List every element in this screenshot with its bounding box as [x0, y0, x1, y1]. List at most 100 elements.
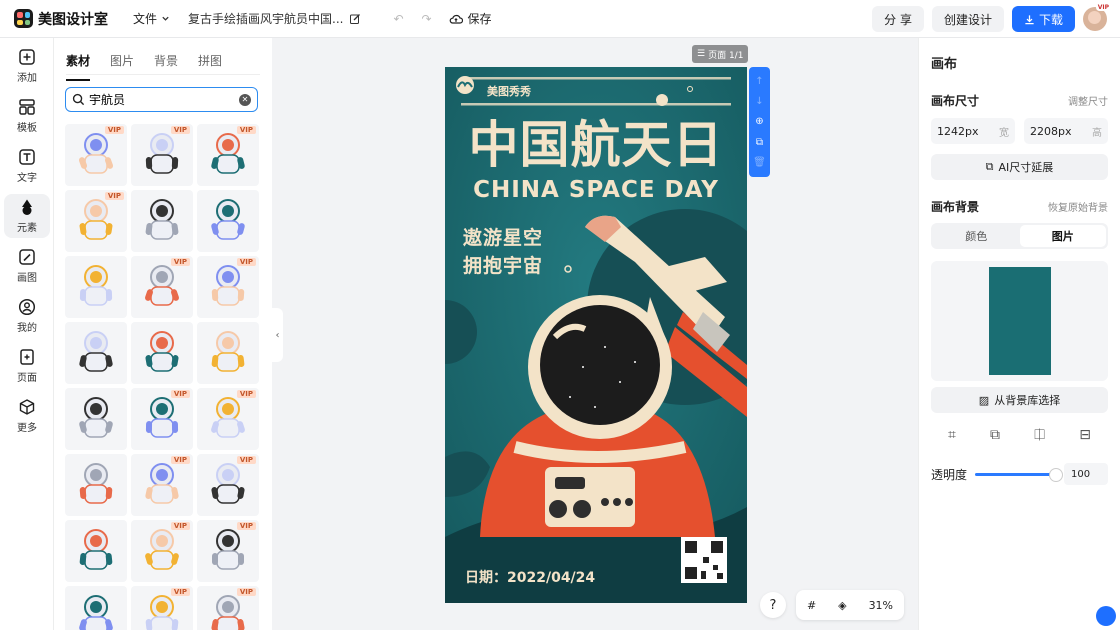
rail-label-more: 更多	[17, 423, 37, 434]
add-page-icon[interactable]: ⊕	[755, 116, 763, 127]
ai-extend-button[interactable]: ⧉ AI尺寸延展	[931, 154, 1108, 180]
edit-icon[interactable]	[349, 13, 361, 25]
flip-horizontal-icon[interactable]: ⎅	[1034, 427, 1045, 443]
help-button[interactable]: ?	[760, 592, 786, 618]
rail-item-draw[interactable]: 画图	[4, 244, 50, 288]
astronaut-icon	[145, 133, 179, 174]
material-item[interactable]: VIP	[197, 388, 259, 450]
file-menu[interactable]: 文件	[133, 10, 170, 27]
opacity-slider[interactable]	[974, 467, 1063, 482]
material-item[interactable]: VIP	[131, 586, 193, 630]
create-design-button[interactable]: 创建设计	[931, 6, 1004, 32]
material-item[interactable]: VIP	[197, 520, 259, 582]
material-item[interactable]	[65, 520, 127, 582]
search-box[interactable]: ✕	[65, 87, 258, 112]
material-item[interactable]	[65, 586, 127, 630]
material-item[interactable]	[197, 190, 259, 252]
flip-vertical-icon[interactable]: ⊟	[1079, 427, 1091, 443]
tab-collage[interactable]: 拼图	[198, 52, 222, 74]
move-down-icon[interactable]: ↓	[755, 96, 763, 107]
tab-materials[interactable]: 素材	[66, 52, 91, 81]
search-icon	[72, 93, 85, 106]
rail-item-page[interactable]: 页面	[4, 344, 50, 388]
panel-title: 画布	[931, 57, 958, 72]
seg-image[interactable]: 图片	[1019, 225, 1106, 247]
restore-bg-link[interactable]: 恢复原始背景	[1048, 199, 1108, 214]
material-item[interactable]	[65, 322, 127, 384]
seg-color[interactable]: 颜色	[933, 225, 1020, 247]
replace-icon[interactable]: ⧉	[990, 427, 1000, 443]
top-bar: 美图设计室 文件 复古手绘插画风宇航员中国... ↶ ↷ 保存 分 享 创建设计…	[0, 0, 1120, 38]
share-button[interactable]: 分 享	[872, 6, 924, 32]
width-field[interactable]: 1242px 宽	[931, 118, 1015, 144]
astronaut-icon	[212, 529, 244, 570]
canvas-size-label: 画布尺寸	[931, 94, 980, 108]
rail-item-more[interactable]: 更多	[4, 394, 50, 438]
tab-images[interactable]: 图片	[110, 52, 134, 74]
bg-preview[interactable]	[931, 261, 1108, 381]
resize-link[interactable]: 调整尺寸	[1068, 93, 1108, 108]
material-item[interactable]	[131, 322, 193, 384]
app-logo[interactable]: 美图设计室	[14, 9, 108, 29]
vip-badge: VIP	[170, 390, 190, 398]
rail-item-mine[interactable]: 我的	[4, 294, 50, 338]
rail-item-text[interactable]: 文字	[4, 144, 50, 188]
grid-icon[interactable]: #	[807, 599, 816, 612]
material-item[interactable]: VIP	[131, 124, 193, 186]
material-item[interactable]: VIP	[131, 520, 193, 582]
document-title[interactable]: 复古手绘插画风宇航员中国...	[188, 10, 361, 27]
material-item[interactable]: VIP	[131, 256, 193, 318]
material-item[interactable]: VIP	[197, 586, 259, 630]
material-item[interactable]	[197, 322, 259, 384]
zoom-level[interactable]: 31%	[869, 599, 893, 612]
assistant-icon[interactable]	[1096, 606, 1116, 626]
height-unit: 高	[1092, 127, 1102, 139]
page-indicator[interactable]: ☰ 页面 1/1	[692, 45, 749, 63]
material-item[interactable]	[65, 454, 127, 516]
background-row: 画布背景 恢复原始背景	[931, 198, 1108, 215]
material-item[interactable]: VIP	[131, 388, 193, 450]
search-input[interactable]	[89, 92, 235, 107]
rail-label-elements: 元素	[17, 223, 37, 234]
material-item[interactable]: VIP	[65, 124, 127, 186]
vip-badge: VIP	[170, 126, 190, 134]
material-item[interactable]: VIP	[65, 190, 127, 252]
material-item[interactable]: VIP	[131, 454, 193, 516]
move-up-icon[interactable]: ↑	[755, 76, 763, 87]
material-item[interactable]	[65, 388, 127, 450]
crop-icon[interactable]: ⌗	[948, 427, 956, 443]
vip-badge: VIP	[236, 588, 256, 596]
clear-search-icon[interactable]: ✕	[239, 93, 251, 106]
material-item[interactable]	[65, 256, 127, 318]
download-button[interactable]: 下载	[1011, 6, 1075, 32]
save-button[interactable]: 保存	[449, 10, 491, 27]
material-item[interactable]: VIP	[197, 256, 259, 318]
height-field[interactable]: 2208px 高	[1024, 118, 1108, 144]
poster-canvas[interactable]: 美图秀秀 中国航天日 CHINA SPACE DAY 遨游星空 拥抱宇宙 日期：…	[445, 67, 747, 603]
tab-divider	[66, 74, 260, 75]
redo-icon[interactable]: ↷	[415, 8, 437, 30]
collapse-panel-button[interactable]: ‹	[272, 308, 283, 362]
astronaut-icon	[211, 397, 245, 438]
layers-icon[interactable]: ◈	[838, 599, 846, 612]
vip-badge: VIP	[170, 588, 190, 596]
astronaut-icon	[211, 595, 245, 630]
copy-page-icon[interactable]: ⧉	[756, 137, 763, 148]
delete-icon[interactable]: 🗑	[753, 157, 766, 168]
tab-backgrounds[interactable]: 背景	[154, 52, 178, 74]
undo-icon[interactable]: ↶	[387, 8, 409, 30]
astronaut-icon	[79, 463, 113, 504]
material-item[interactable]	[131, 190, 193, 252]
material-item[interactable]: VIP	[197, 124, 259, 186]
rail-item-add[interactable]: 添加	[4, 44, 50, 88]
opacity-input[interactable]: 100	[1063, 463, 1108, 485]
material-item[interactable]: VIP	[197, 454, 259, 516]
ai-extend-label: AI尺寸延展	[998, 161, 1054, 174]
astronaut-icon	[145, 199, 179, 240]
rail-label-mine: 我的	[17, 323, 37, 334]
rail-item-elements[interactable]: 元素	[4, 194, 50, 238]
bg-library-button[interactable]: ▨ 从背景库选择	[931, 387, 1108, 413]
page-list-icon: ☰	[697, 49, 706, 59]
width-value: 1242px	[937, 124, 979, 138]
rail-item-template[interactable]: 模板	[4, 94, 50, 138]
